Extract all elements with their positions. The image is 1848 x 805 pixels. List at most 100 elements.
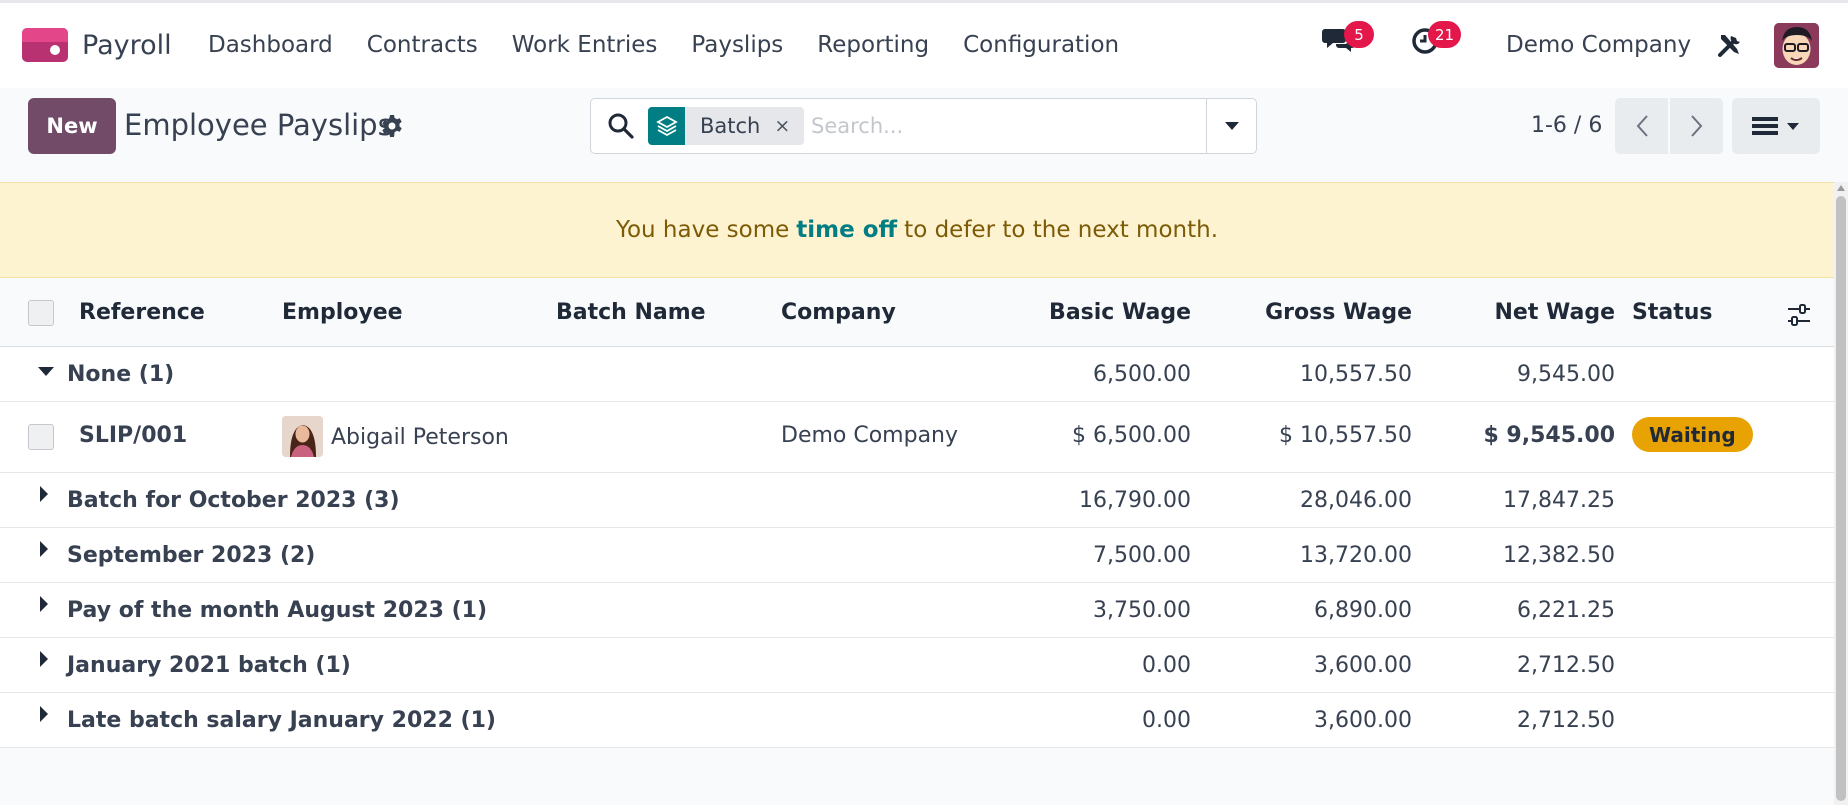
pager-previous-button[interactable]	[1615, 98, 1668, 154]
search-facet: Batch ×	[648, 107, 805, 145]
group-title: Pay of the month August 2023 (1)	[67, 598, 488, 623]
nav-item-work-entries[interactable]: Work Entries	[512, 32, 658, 58]
group-gross-wage-total: 10,557.50	[1300, 362, 1412, 387]
group-title: September 2023 (2)	[67, 543, 316, 568]
messages-count-badge: 5	[1344, 21, 1374, 48]
messages-menu[interactable]: 5	[1322, 21, 1374, 55]
search-bar: Batch ×	[590, 98, 1257, 154]
view-switcher[interactable]	[1732, 98, 1820, 154]
employee-avatar	[282, 416, 323, 457]
tools-icon[interactable]	[1716, 31, 1744, 59]
gross-wage: $ 10,557.50	[1279, 423, 1412, 448]
pager-next-button[interactable]	[1670, 98, 1723, 154]
caret-right-icon	[40, 651, 48, 667]
group-row[interactable]: September 2023 (2) 7,500.00 13,720.00 12…	[0, 528, 1834, 583]
payslip-list: Reference Employee Batch Name Company Ba…	[0, 279, 1834, 748]
column-header-status[interactable]: Status	[1632, 300, 1712, 325]
layers-icon	[648, 107, 685, 145]
group-net-wage-total: 12,382.50	[1503, 543, 1615, 568]
group-net-wage-total: 17,847.25	[1503, 488, 1615, 513]
nav-item-reporting[interactable]: Reporting	[817, 32, 929, 58]
chevron-left-icon	[1636, 115, 1648, 137]
nav-item-payslips[interactable]: Payslips	[691, 32, 783, 58]
column-header-employee[interactable]: Employee	[282, 300, 403, 325]
group-row[interactable]: None (1) 6,500.00 10,557.50 9,545.00	[0, 347, 1834, 402]
gear-icon[interactable]	[380, 114, 404, 138]
group-row[interactable]: Late batch salary January 2022 (1) 0.00 …	[0, 693, 1834, 748]
group-net-wage-total: 2,712.50	[1517, 708, 1615, 733]
chevron-right-icon	[1690, 115, 1702, 137]
group-net-wage-total: 2,712.50	[1517, 653, 1615, 678]
group-gross-wage-total: 28,046.00	[1300, 488, 1412, 513]
group-basic-wage-total: 3,750.00	[1093, 598, 1191, 623]
user-avatar[interactable]	[1774, 23, 1819, 68]
group-title: January 2021 batch (1)	[67, 653, 351, 678]
company-switcher[interactable]: Demo Company	[1506, 32, 1691, 58]
basic-wage: $ 6,500.00	[1072, 423, 1191, 448]
column-header-reference[interactable]: Reference	[79, 300, 205, 325]
search-input[interactable]	[811, 111, 1181, 141]
optional-columns-icon[interactable]	[1786, 302, 1812, 328]
vertical-scrollbar[interactable]	[1834, 182, 1848, 805]
pager-value[interactable]: 1-6 / 6	[1531, 113, 1602, 138]
group-basic-wage-total: 7,500.00	[1093, 543, 1191, 568]
list-view-icon	[1752, 117, 1778, 135]
company-name: Demo Company	[781, 423, 959, 448]
nav-item-configuration[interactable]: Configuration	[963, 32, 1119, 58]
group-gross-wage-total: 6,890.00	[1314, 598, 1412, 623]
activities-menu[interactable]: 21	[1410, 21, 1462, 55]
page-title: Employee Payslips	[124, 108, 393, 142]
group-basic-wage-total: 0.00	[1142, 653, 1191, 678]
payroll-app-icon	[22, 28, 68, 62]
activities-count-badge: 21	[1428, 21, 1462, 48]
group-gross-wage-total: 3,600.00	[1314, 653, 1412, 678]
status-badge: Waiting	[1632, 417, 1753, 452]
app-name: Payroll	[82, 29, 172, 61]
caret-right-icon	[40, 596, 48, 612]
group-row[interactable]: January 2021 batch (1) 0.00 3,600.00 2,7…	[0, 638, 1834, 693]
time-off-link[interactable]: time off	[796, 217, 897, 243]
group-title: Late batch salary January 2022 (1)	[67, 708, 496, 733]
search-options-toggle[interactable]	[1206, 99, 1257, 153]
table-row[interactable]: SLIP/001 Abigail Peterson Demo Company $…	[0, 402, 1834, 473]
column-header-company[interactable]: Company	[781, 300, 896, 325]
nav-menu: Dashboard Contracts Work Entries Payslip…	[208, 32, 1119, 58]
group-net-wage-total: 9,545.00	[1517, 362, 1615, 387]
column-header-net-wage[interactable]: Net Wage	[1494, 300, 1615, 325]
search-icon[interactable]	[607, 112, 635, 140]
time-off-alert: You have some time off to defer to the n…	[0, 182, 1834, 278]
group-row[interactable]: Pay of the month August 2023 (1) 3,750.0…	[0, 583, 1834, 638]
group-gross-wage-total: 13,720.00	[1300, 543, 1412, 568]
caret-right-icon	[40, 486, 48, 502]
facet-remove-icon[interactable]: ×	[774, 115, 804, 137]
new-button[interactable]: New	[28, 98, 116, 154]
payslip-reference: SLIP/001	[79, 423, 188, 448]
scrollbar-thumb[interactable]	[1836, 196, 1846, 801]
caret-down-icon	[1225, 122, 1239, 130]
column-header-gross-wage[interactable]: Gross Wage	[1265, 300, 1412, 325]
alert-text-before: You have some	[615, 217, 790, 243]
group-basic-wage-total: 0.00	[1142, 708, 1191, 733]
alert-text-after: to defer to the next month.	[904, 217, 1219, 243]
caret-right-icon	[40, 706, 48, 722]
column-header-basic-wage[interactable]: Basic Wage	[1049, 300, 1191, 325]
table-header: Reference Employee Batch Name Company Ba…	[0, 279, 1834, 347]
caret-right-icon	[40, 541, 48, 557]
group-net-wage-total: 6,221.25	[1517, 598, 1615, 623]
app-brand[interactable]: Payroll	[22, 28, 172, 62]
caret-down-icon	[1787, 122, 1799, 130]
row-checkbox[interactable]	[28, 424, 54, 450]
group-title: None (1)	[67, 362, 175, 387]
user-avatar-image	[1774, 23, 1819, 68]
column-header-batch-name[interactable]: Batch Name	[556, 300, 706, 325]
group-row[interactable]: Batch for October 2023 (3) 16,790.00 28,…	[0, 473, 1834, 528]
scroll-up-arrow-icon[interactable]	[1837, 185, 1845, 191]
nav-item-contracts[interactable]: Contracts	[367, 32, 478, 58]
select-all-checkbox[interactable]	[28, 300, 54, 326]
main-navbar: Payroll Dashboard Contracts Work Entries…	[0, 0, 1848, 88]
group-gross-wage-total: 3,600.00	[1314, 708, 1412, 733]
employee-name: Abigail Peterson	[331, 425, 509, 450]
caret-down-icon	[38, 367, 54, 376]
nav-item-dashboard[interactable]: Dashboard	[208, 32, 333, 58]
group-basic-wage-total: 16,790.00	[1079, 488, 1191, 513]
